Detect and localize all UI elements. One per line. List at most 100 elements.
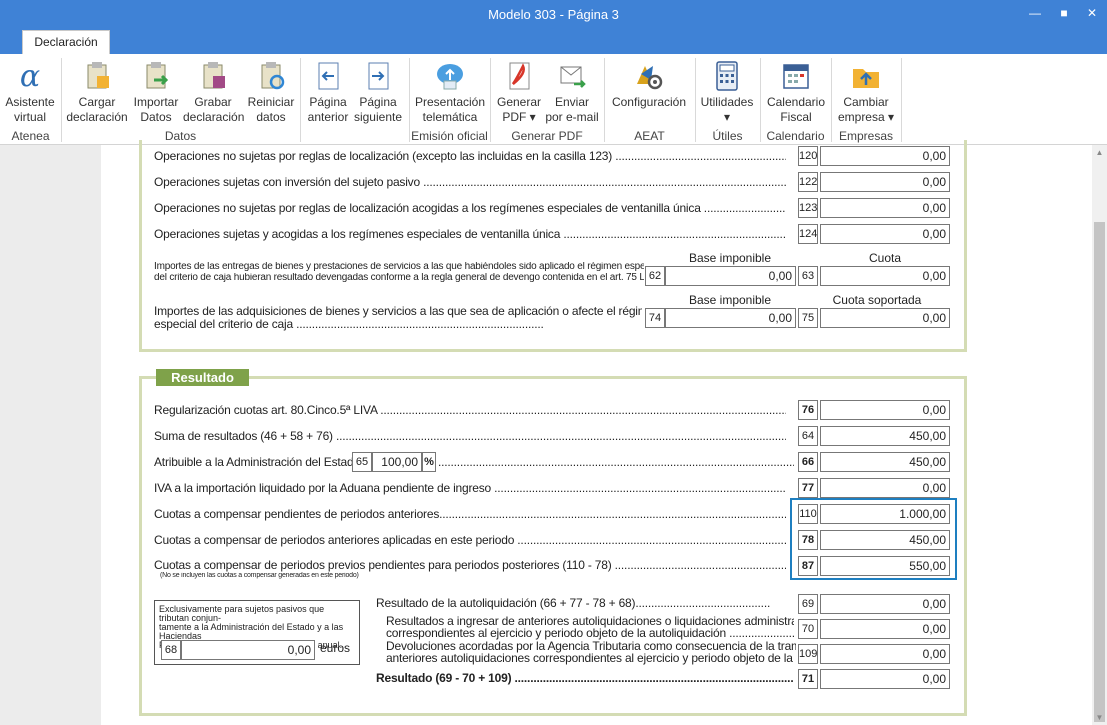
code-75: 75 xyxy=(798,308,818,328)
grabar-declaracion-button[interactable]: Grabar declaración xyxy=(183,56,244,126)
email-icon xyxy=(560,66,586,88)
entregas-label-line1: Importes de las entregas de bienes y pre… xyxy=(154,262,644,272)
field-123[interactable]: 0,00 xyxy=(820,198,950,218)
row-label-122: Operaciones sujetas con inversión del su… xyxy=(154,175,786,189)
field-71[interactable]: 0,00 xyxy=(820,669,950,689)
field-65-percentage[interactable]: 100,00 xyxy=(372,452,422,472)
tab-bar: Declaración xyxy=(0,30,1107,54)
field-76[interactable]: 0,00 xyxy=(820,400,950,420)
scroll-down-icon[interactable]: ▼ xyxy=(1092,710,1107,725)
entregas-label-line2: del criterio de caja hubieran resultado … xyxy=(154,273,644,283)
percent-sign: % xyxy=(422,452,436,472)
row-label-124: Operaciones sujetas y acogidas a los reg… xyxy=(154,227,786,241)
row-label-109-line2: anteriores autoliquidaciones correspondi… xyxy=(386,652,796,665)
row-label-69: Resultado de la autoliquidación (66 + 77… xyxy=(376,596,771,610)
code-120: 120 xyxy=(798,146,818,166)
code-63: 63 xyxy=(798,266,818,286)
code-109: 109 xyxy=(798,644,818,664)
code-64: 64 xyxy=(798,426,818,446)
code-70: 70 xyxy=(798,619,818,639)
field-69[interactable]: 0,00 xyxy=(820,594,950,614)
row-label-78: Cuotas a compensar de periodos anteriore… xyxy=(154,533,786,547)
section-title-resultado: Resultado xyxy=(156,369,249,386)
code-122: 122 xyxy=(798,172,818,192)
window-title: Modelo 303 - Página 3 xyxy=(488,7,619,22)
field-124[interactable]: 0,00 xyxy=(820,224,950,244)
code-77: 77 xyxy=(798,478,818,498)
generar-pdf-button[interactable]: Generar PDF ▾ xyxy=(494,56,544,126)
folder-icon xyxy=(853,69,879,88)
ribbon: α Asistente virtual Cargar declaración I… xyxy=(0,54,1107,145)
pagina-siguiente-button[interactable]: Página siguiente xyxy=(353,56,403,126)
asistente-virtual-button[interactable]: α Asistente virtual xyxy=(2,56,58,126)
col-header-cuota-soportada: Cuota soportada xyxy=(832,293,922,307)
field-109[interactable]: 0,00 xyxy=(820,644,950,664)
config-icon xyxy=(637,66,663,90)
maximize-button[interactable]: ■ xyxy=(1055,4,1073,22)
calendar-icon xyxy=(783,64,809,89)
group-label-atenea: Atenea xyxy=(11,129,50,143)
alpha-icon: α xyxy=(20,60,40,92)
field-122[interactable]: 0,00 xyxy=(820,172,950,192)
title-bar: Modelo 303 - Página 3 — ■ ✕ xyxy=(0,0,1107,30)
row-label-71: Resultado (69 - 70 + 109) ..............… xyxy=(376,671,794,685)
presentacion-telematica-button[interactable]: Presentación telemática xyxy=(413,56,487,126)
group-divider xyxy=(901,58,902,142)
importar-datos-button[interactable]: Importar Datos xyxy=(130,56,182,126)
tab-declaracion[interactable]: Declaración xyxy=(22,30,110,54)
note-87: (No se incluyen las cuotas a compensar g… xyxy=(160,572,359,579)
cambiar-empresa-button[interactable]: Cambiar empresa ▾ xyxy=(835,56,897,126)
row-label-77: IVA a la importación liquidado por la Ad… xyxy=(154,481,786,495)
row-label-76: Regularización cuotas art. 80.Cinco.5ª L… xyxy=(154,403,786,417)
col-header-base-imponible: Base imponible xyxy=(688,251,772,265)
field-75[interactable]: 0,00 xyxy=(820,308,950,328)
field-70[interactable]: 0,00 xyxy=(820,619,950,639)
code-62: 62 xyxy=(645,266,665,286)
pdf-icon xyxy=(509,62,530,90)
field-120[interactable]: 0,00 xyxy=(820,146,950,166)
group-divider xyxy=(300,58,301,142)
row-label-123: Operaciones no sujetas por reglas de loc… xyxy=(154,201,786,215)
reiniciar-datos-button[interactable]: Reiniciar datos xyxy=(245,56,297,126)
reset-icon xyxy=(261,62,285,90)
scrollbar-thumb[interactable] xyxy=(1094,222,1105,722)
euros-label: euros xyxy=(320,641,351,655)
cargar-declaracion-button[interactable]: Cargar declaración xyxy=(66,56,128,126)
code-65: 65 xyxy=(352,452,372,472)
code-76: 76 xyxy=(798,400,818,420)
code-69: 69 xyxy=(798,594,818,614)
col-header-base-imponible-2: Base imponible xyxy=(688,293,772,307)
field-66[interactable]: 450,00 xyxy=(820,452,950,472)
code-124: 124 xyxy=(798,224,818,244)
save-icon xyxy=(203,62,225,89)
calendario-fiscal-button[interactable]: Calendario Fiscal xyxy=(764,56,828,126)
code-71: 71 xyxy=(798,669,818,689)
load-icon xyxy=(87,62,109,89)
row-label-70-line2: correspondientes al ejercicio y periodo … xyxy=(386,627,794,640)
field-77[interactable]: 0,00 xyxy=(820,478,950,498)
minimize-button[interactable]: — xyxy=(1026,4,1044,22)
configuracion-button[interactable]: Configuración xyxy=(610,56,688,126)
field-63[interactable]: 0,00 xyxy=(820,266,950,286)
field-68[interactable]: 0,00 xyxy=(181,640,315,660)
row-label-66: Atribuible a la Administración del Estad… xyxy=(154,455,354,469)
vertical-scrollbar[interactable]: ▲ ▼ xyxy=(1092,145,1107,725)
code-68: 68 xyxy=(161,640,181,660)
pagina-anterior-button[interactable]: Página anterior xyxy=(304,56,352,126)
scroll-up-icon[interactable]: ▲ xyxy=(1092,145,1107,160)
field-64[interactable]: 450,00 xyxy=(820,426,950,446)
next-page-icon xyxy=(368,62,389,90)
utilidades-button[interactable]: Utilidades ▾ xyxy=(699,56,755,126)
row-label-120: Operaciones no sujetas por reglas de loc… xyxy=(154,149,786,163)
row-label-110: Cuotas a compensar pendientes de periodo… xyxy=(154,507,786,521)
field-62[interactable]: 0,00 xyxy=(665,266,796,286)
close-button[interactable]: ✕ xyxy=(1083,4,1101,22)
enviar-email-button[interactable]: Enviar por e-mail xyxy=(545,56,599,126)
row-label-64: Suma de resultados (46 + 58 + 76) ......… xyxy=(154,429,786,443)
field-74[interactable]: 0,00 xyxy=(665,308,796,328)
row-leader-66: ........................................… xyxy=(438,455,794,469)
cloud-upload-icon xyxy=(437,64,463,90)
calculator-icon xyxy=(716,61,738,91)
code-123: 123 xyxy=(798,198,818,218)
adquisiciones-label-line2: especial del criterio de caja ..........… xyxy=(154,317,544,331)
